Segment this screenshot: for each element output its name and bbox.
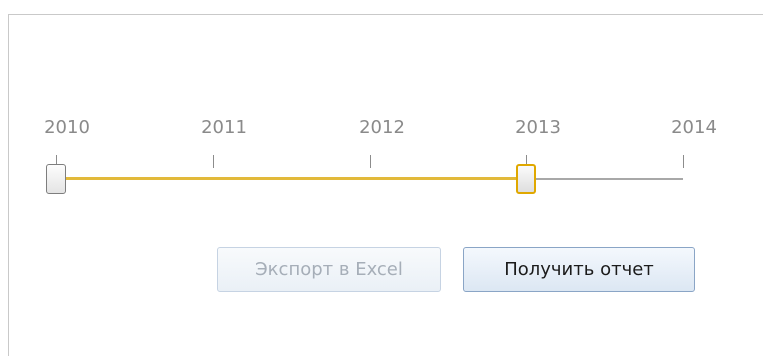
- get-report-button[interactable]: Получить отчет: [463, 247, 695, 292]
- year-label-2013: 2013: [515, 117, 561, 138]
- slider-end-handle[interactable]: [516, 164, 536, 194]
- year-label-2011: 2011: [201, 117, 247, 138]
- year-label-2012: 2012: [359, 117, 405, 138]
- report-panel: [8, 14, 763, 356]
- year-tick-2014: [683, 155, 684, 168]
- export-excel-button[interactable]: Экспорт в Excel: [217, 247, 441, 292]
- slider-start-handle[interactable]: [46, 164, 66, 194]
- slider-selected-range: [56, 177, 526, 180]
- year-label-2010: 2010: [44, 117, 90, 138]
- year-label-2014: 2014: [671, 117, 717, 138]
- year-tick-2011: [213, 155, 214, 168]
- year-tick-2012: [370, 155, 371, 168]
